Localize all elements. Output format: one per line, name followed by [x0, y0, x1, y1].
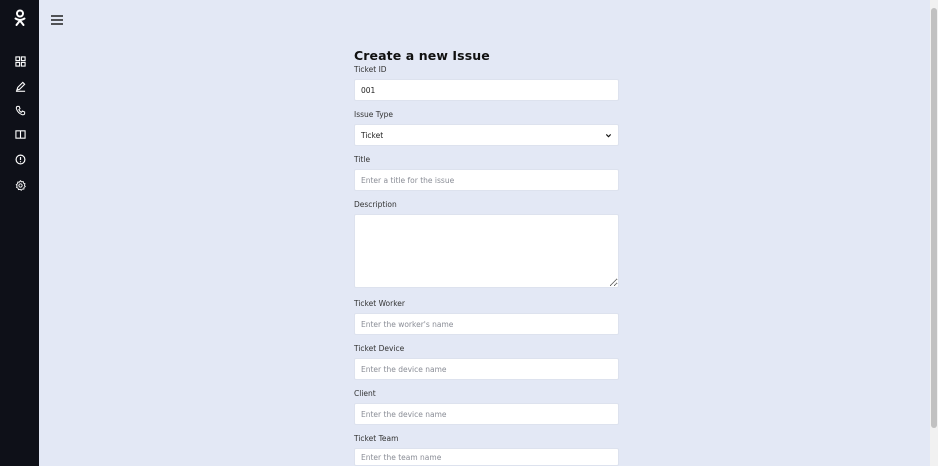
hamburger-menu-icon[interactable]: [50, 11, 64, 25]
sidebar-item-phone[interactable]: [9, 101, 31, 119]
description-textarea[interactable]: [354, 214, 619, 288]
sidebar-item-book[interactable]: [9, 125, 31, 143]
ticket-worker-label: Ticket Worker: [354, 299, 405, 308]
ticket-device-input[interactable]: [354, 358, 619, 380]
title-label: Title: [354, 155, 371, 164]
issue-type-label: Issue Type: [354, 110, 394, 119]
issue-type-selected-value: Ticket: [361, 130, 384, 140]
dashboard-grid-icon: [14, 55, 26, 67]
chevron-down-icon: [605, 133, 612, 137]
description-label: Description: [354, 200, 397, 209]
sidebar-item-info[interactable]: [9, 150, 31, 168]
ticket-id-input[interactable]: [354, 79, 619, 101]
sidebar-item-dashboard[interactable]: [9, 52, 31, 70]
ticket-id-label: Ticket ID: [354, 65, 387, 74]
page-title: Create a new Issue: [354, 48, 490, 63]
create-issue-form: Create a new Issue Ticket ID Issue Type …: [354, 48, 619, 466]
book-icon: [14, 129, 26, 139]
ticket-team-label: Ticket Team: [354, 434, 399, 443]
client-label: Client: [354, 389, 376, 398]
info-circle-icon: [15, 154, 25, 164]
phone-icon: [15, 105, 25, 115]
scrollbar-thumb[interactable]: [931, 8, 937, 428]
topbar: [39, 0, 930, 34]
ticket-device-label: Ticket Device: [354, 344, 405, 353]
settings-gear-icon: [15, 179, 26, 191]
ticket-worker-input[interactable]: [354, 313, 619, 335]
odnoklassniki-logo-icon[interactable]: [10, 8, 30, 28]
issue-type-select[interactable]: Ticket: [354, 124, 619, 146]
pencil-icon: [15, 81, 25, 92]
sidebar: [0, 0, 39, 466]
title-input[interactable]: [354, 169, 619, 191]
vertical-scrollbar[interactable]: [930, 0, 938, 466]
sidebar-item-settings[interactable]: [9, 176, 31, 194]
ticket-team-input[interactable]: [354, 448, 619, 466]
sidebar-item-edit[interactable]: [9, 77, 31, 95]
client-input[interactable]: [354, 403, 619, 425]
